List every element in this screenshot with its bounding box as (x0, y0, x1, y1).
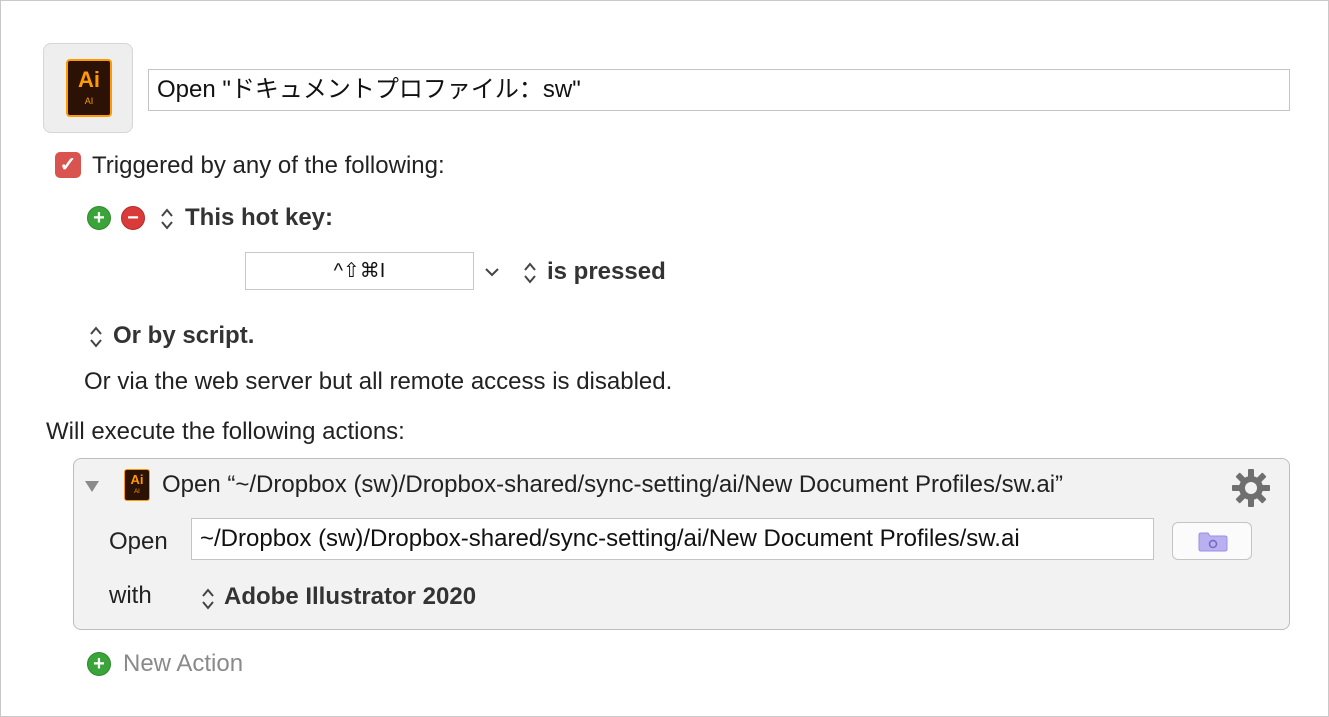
disclosure-triangle-icon[interactable] (84, 479, 100, 498)
actions-header: Will execute the following actions: (46, 418, 405, 445)
action-title[interactable]: Open “~/Dropbox (sw)/Dropbox-shared/sync… (162, 471, 1063, 499)
hotkey-field[interactable]: ^⇧⌘I (245, 252, 474, 290)
icon-subtext: AI (84, 96, 94, 106)
hotkey-menu-chevron-icon[interactable] (484, 265, 500, 283)
triggers-enabled-checkbox[interactable]: ✓ (55, 152, 81, 178)
icon-text: Ai (130, 472, 144, 487)
with-label: with (109, 582, 152, 609)
open-label: Open (109, 528, 168, 555)
updown-chevron-icon (161, 208, 173, 230)
illustrator-icon: Ai AI (124, 469, 150, 501)
application-popup-icon[interactable] (201, 587, 215, 615)
triggers-header: Triggered by any of the following: (92, 152, 445, 179)
updown-chevron-icon (90, 326, 102, 348)
application-popup[interactable]: Adobe Illustrator 2020 (224, 583, 476, 611)
icon-subtext: AI (134, 489, 140, 495)
updown-chevron-icon (202, 588, 214, 610)
remove-trigger-button[interactable]: − (121, 206, 145, 230)
hotkey-trigger-label[interactable]: This hot key: (185, 204, 333, 232)
icon-text: Ai (78, 67, 100, 92)
macro-editor: Ai AI Open "ドキュメントプロファイル：sw" ✓ Triggered… (0, 0, 1329, 717)
gear-icon[interactable] (1231, 468, 1271, 513)
hotkey-condition-popup-icon[interactable] (523, 261, 537, 289)
hotkey-condition[interactable]: is pressed (547, 258, 666, 286)
trigger-type-popup-icon[interactable] (160, 207, 174, 235)
folder-icon (1198, 532, 1228, 552)
new-action-add-icon[interactable]: + (87, 652, 111, 676)
macro-name-field[interactable]: Open "ドキュメントプロファイル：sw" (148, 69, 1290, 111)
choose-file-button[interactable] (1172, 522, 1252, 560)
illustrator-icon: Ai AI (66, 59, 112, 117)
script-trigger-popup-icon[interactable] (89, 325, 103, 353)
add-trigger-button[interactable]: + (87, 206, 111, 230)
macro-icon-well[interactable]: Ai AI (43, 43, 133, 133)
web-server-note: Or via the web server but all remote acc… (84, 368, 673, 395)
updown-chevron-icon (524, 262, 536, 284)
file-path-field[interactable]: ~/Dropbox (sw)/Dropbox-shared/sync-setti… (191, 518, 1154, 560)
script-trigger-label[interactable]: Or by script. (113, 322, 254, 350)
new-action-button[interactable]: New Action (123, 650, 243, 678)
